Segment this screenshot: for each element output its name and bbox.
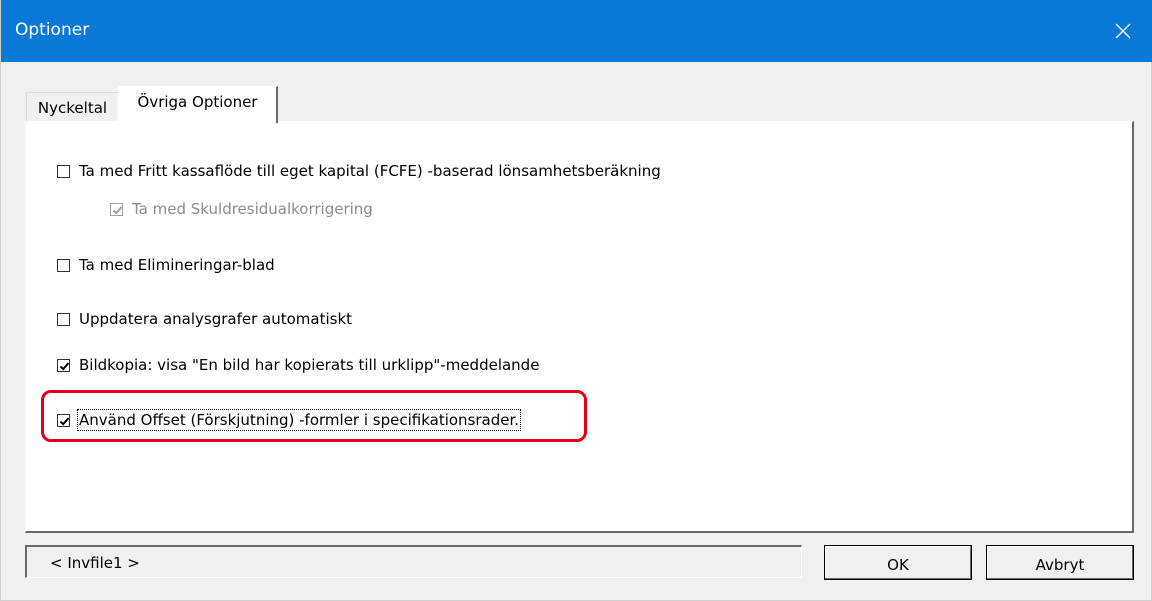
checkmark-icon	[112, 205, 123, 215]
option-label: Ta med Fritt kassaflöde till eget kapita…	[79, 162, 661, 180]
option-label: Ta med Elimineringar-blad	[79, 256, 275, 274]
option-label: Bildkopia: visa "En bild har kopierats t…	[79, 356, 540, 374]
close-button[interactable]	[1093, 0, 1152, 62]
checkbox-fcfe[interactable]	[57, 164, 70, 178]
ok-button[interactable]: OK	[824, 545, 972, 580]
close-icon	[1115, 23, 1131, 39]
window-title: Optioner	[15, 20, 90, 40]
highlight-annotation	[41, 390, 587, 442]
checkbox-analysgrafer[interactable]	[57, 312, 70, 326]
status-box: < Invfile1 >	[25, 545, 802, 578]
checkbox-skuldresidual[interactable]	[110, 202, 123, 216]
option-label: Ta med Skuldresidualkorrigering	[132, 200, 373, 218]
checkmark-icon	[59, 361, 70, 371]
tab-label: Nyckeltal	[37, 99, 108, 117]
option-skuldresidual[interactable]: Ta med Skuldresidualkorrigering	[110, 200, 373, 218]
option-elimineringar[interactable]: Ta med Elimineringar-blad	[57, 256, 275, 274]
cancel-button[interactable]: Avbryt	[986, 545, 1134, 580]
option-fcfe[interactable]: Ta med Fritt kassaflöde till eget kapita…	[57, 162, 661, 180]
option-bildkopia[interactable]: Bildkopia: visa "En bild har kopierats t…	[57, 356, 539, 374]
title-bar[interactable]: Optioner	[1, 0, 1152, 62]
option-analysgrafer[interactable]: Uppdatera analysgrafer automatiskt	[57, 310, 352, 328]
checkbox-elimineringar[interactable]	[57, 258, 70, 272]
options-dialog: Optioner Nyckeltal Övriga Optioner Ta me…	[0, 0, 1152, 601]
checkbox-bildkopia[interactable]	[57, 358, 70, 372]
tab-ovriga-optioner[interactable]: Övriga Optioner	[118, 86, 278, 123]
tab-label: Övriga Optioner	[137, 93, 258, 111]
tab-nyckeltal[interactable]: Nyckeltal	[26, 92, 118, 122]
option-label: Uppdatera analysgrafer automatiskt	[79, 310, 353, 328]
status-text: < Invfile1 >	[50, 554, 140, 572]
